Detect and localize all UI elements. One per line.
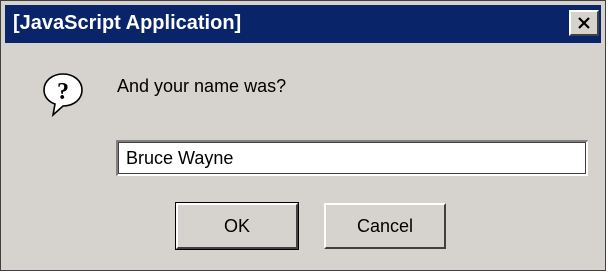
svg-text:?: ?: [57, 79, 69, 105]
name-input[interactable]: [116, 140, 588, 176]
ok-button[interactable]: OK: [175, 202, 299, 250]
prompt-text: And your name was?: [117, 76, 287, 96]
question-icon: ?: [41, 71, 85, 119]
close-button[interactable]: [569, 10, 599, 36]
window-title: [JavaScript Application]: [13, 12, 242, 34]
close-icon: [578, 17, 590, 29]
cancel-button[interactable]: Cancel: [324, 203, 446, 249]
title-bar: [JavaScript Application]: [5, 5, 601, 43]
prompt-dialog: [JavaScript Application] ? And your name…: [0, 0, 606, 271]
